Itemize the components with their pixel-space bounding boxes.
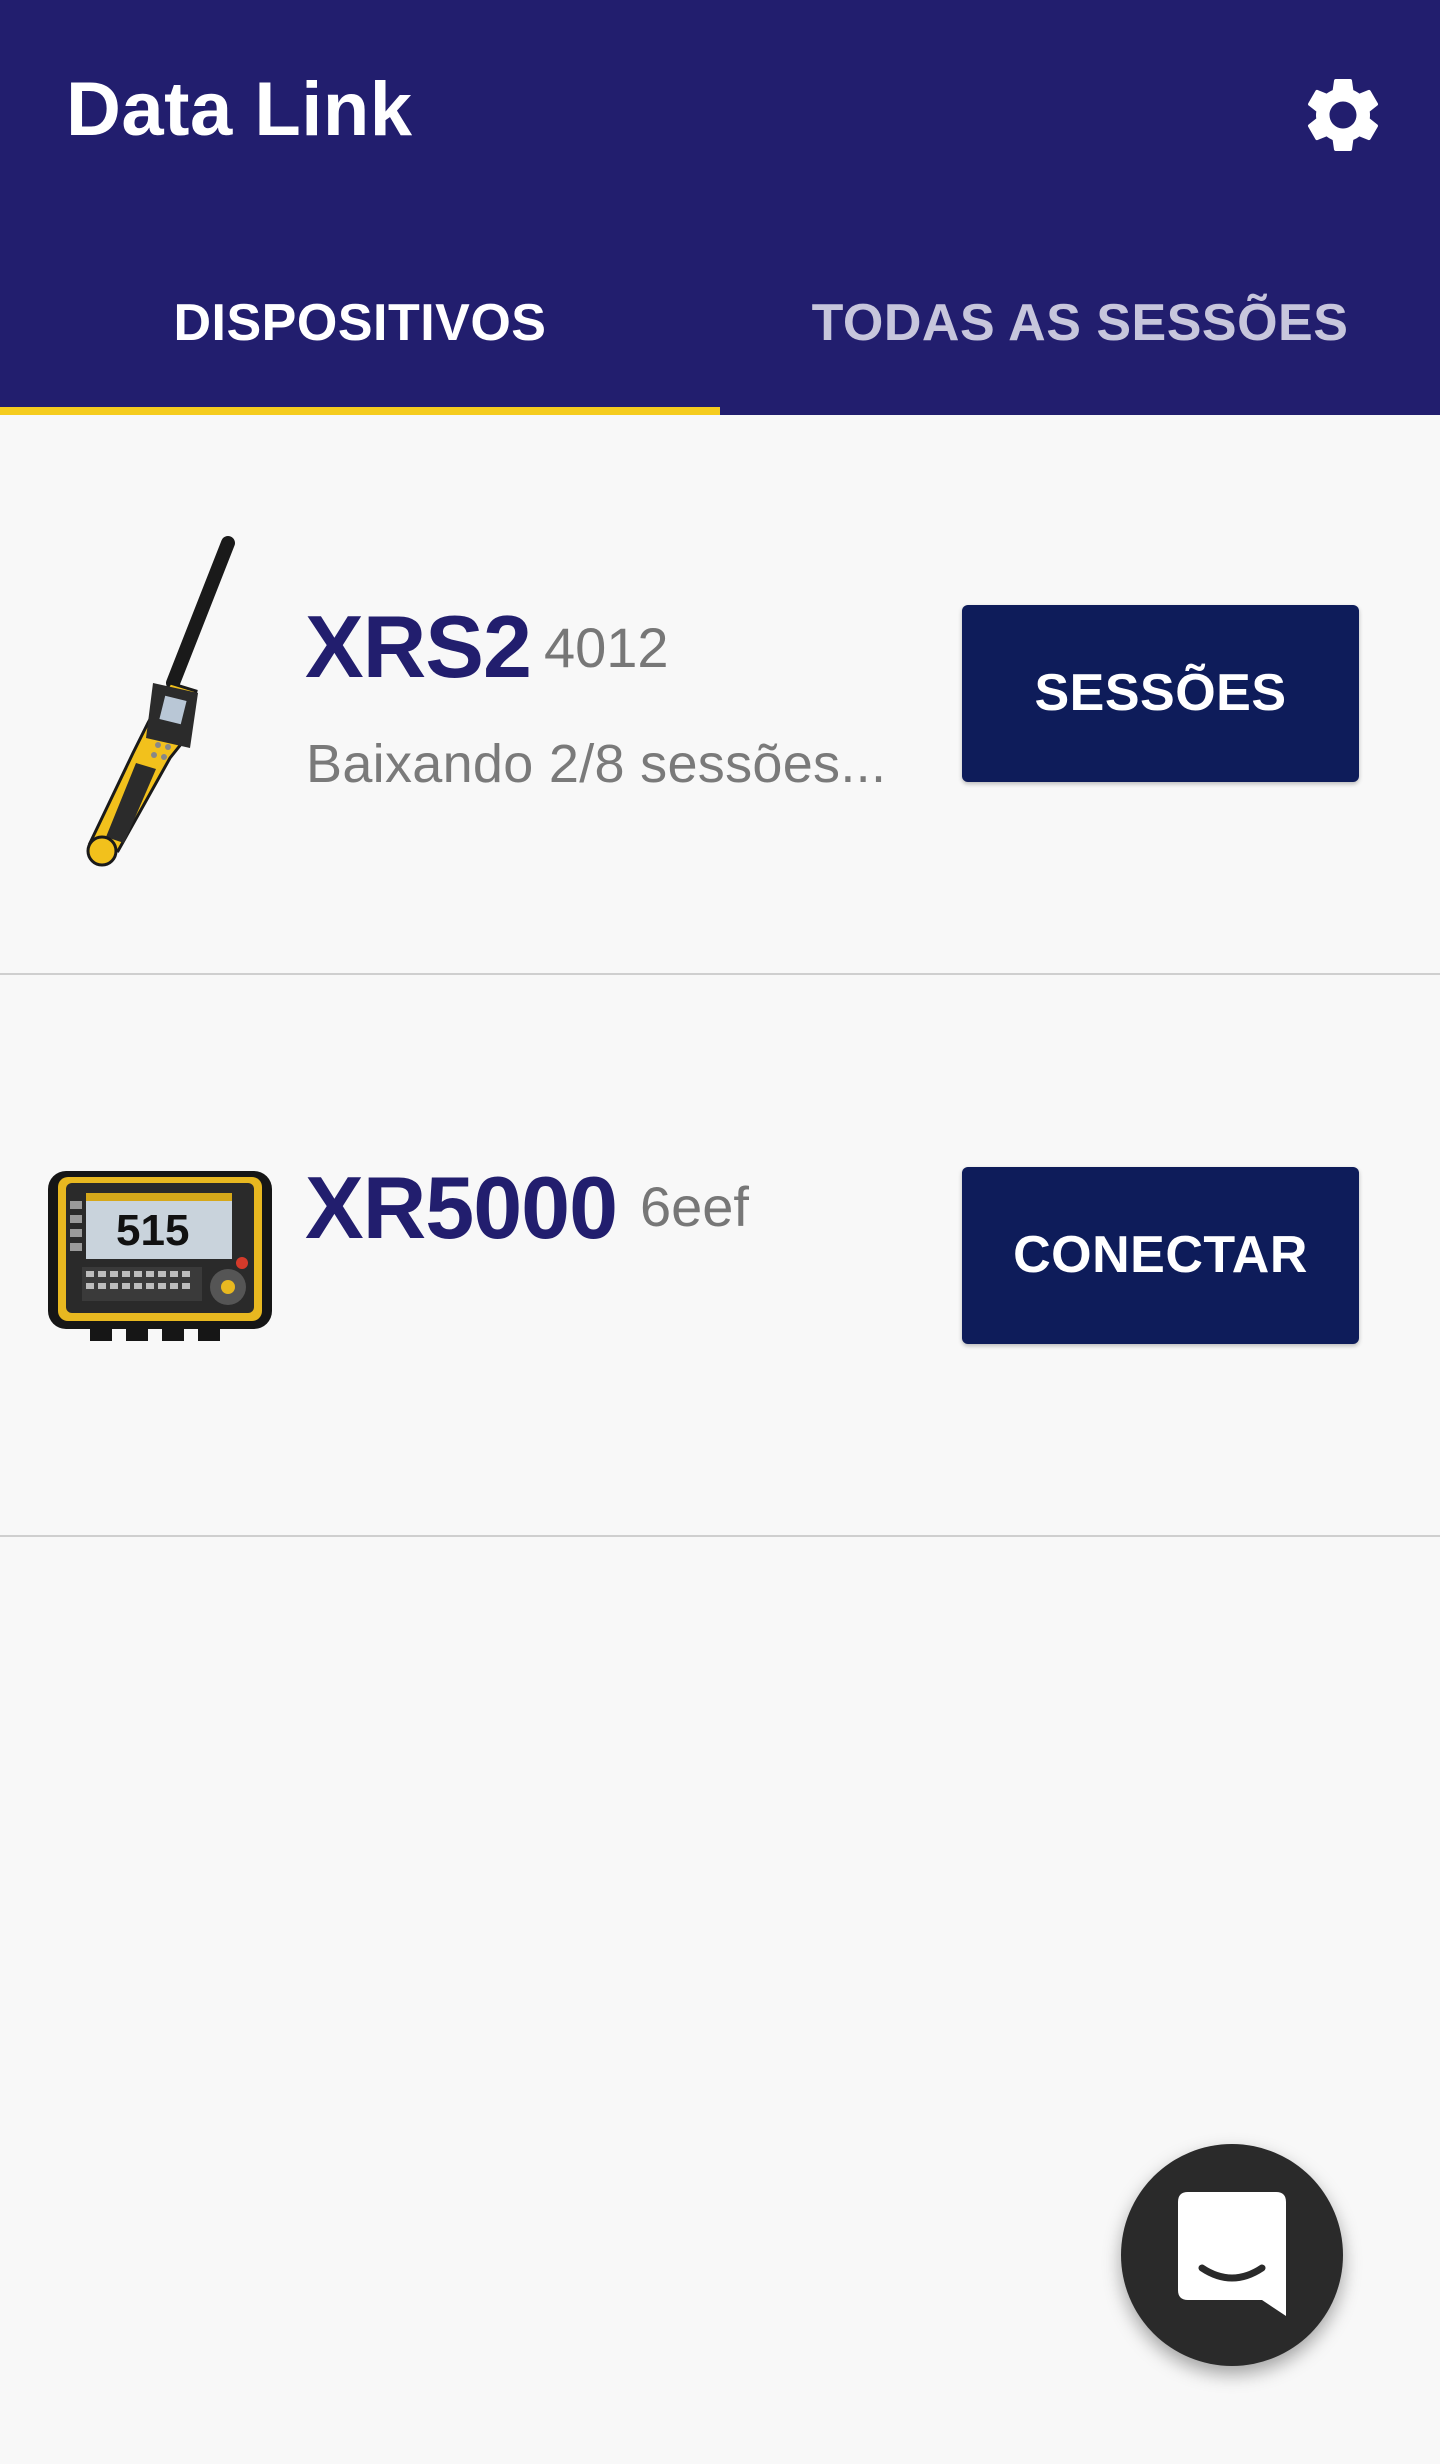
tab-devices[interactable]: DISPOSITIVOS xyxy=(0,290,720,356)
device-row[interactable]: XRS2 4012 Baixando 2/8 sessões... SESSÕE… xyxy=(0,415,1440,975)
device-name: XR5000 xyxy=(305,1158,618,1257)
app-title: Data Link xyxy=(66,67,413,152)
tab-all-sessions[interactable]: TODAS AS SESSÕES xyxy=(720,290,1440,356)
connect-button[interactable]: CONECTAR xyxy=(962,1167,1359,1344)
xrs2-device-image xyxy=(86,536,235,867)
device-status: Baixando 2/8 sessões... xyxy=(306,734,887,794)
app-bar: Data Link DISPOSITIVOS TODAS AS SESSÕES xyxy=(0,0,1440,415)
chat-button[interactable] xyxy=(1121,2144,1343,2366)
device-row[interactable]: 515 XR5000 6eef CONECTAR xyxy=(0,977,1440,1537)
xr5000-device-image: 515 xyxy=(48,1171,272,1341)
sessions-button[interactable]: SESSÕES xyxy=(962,605,1359,782)
device-id: 6eef xyxy=(640,1175,749,1238)
device-name: XRS2 xyxy=(305,597,532,696)
gear-icon[interactable] xyxy=(1298,70,1388,160)
device-id: 4012 xyxy=(544,616,669,679)
tab-indicator xyxy=(0,407,720,415)
chat-icon xyxy=(1178,2192,1286,2316)
screen-reading: 515 xyxy=(116,1206,189,1255)
